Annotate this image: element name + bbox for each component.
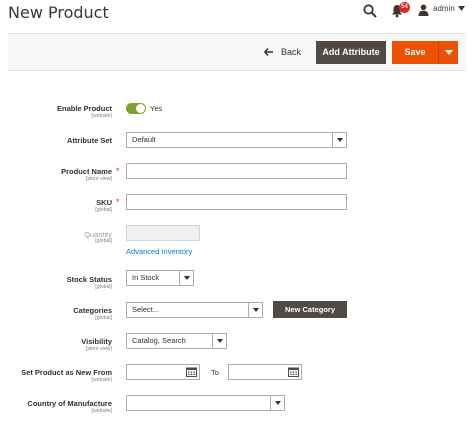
country-label: Country of Manufacture: [27, 399, 112, 408]
caret-down-icon: [217, 339, 223, 343]
new-category-button[interactable]: New Category: [273, 301, 347, 318]
attribute-set-label: Attribute Set: [67, 136, 112, 145]
quantity-scope: [global]: [95, 238, 112, 244]
save-options-toggle[interactable]: [438, 41, 458, 64]
notifications-button[interactable]: 54: [391, 2, 410, 20]
save-button[interactable]: Save: [392, 41, 438, 64]
page-header: New Product 54 admin: [0, 0, 474, 30]
categories-placeholder: Select...: [132, 305, 160, 314]
calendar-icon[interactable]: [186, 367, 197, 377]
visibility-scope: [store view]: [85, 346, 112, 352]
categories-select[interactable]: Select...: [126, 302, 263, 318]
enable-product-toggle[interactable]: [126, 103, 146, 114]
sku-input[interactable]: [126, 194, 347, 210]
quantity-input: [126, 225, 200, 241]
user-icon[interactable]: [418, 4, 429, 16]
stock-status-select[interactable]: In Stock: [126, 270, 194, 286]
visibility-select[interactable]: Catalog, Search: [126, 333, 227, 349]
caret-down-icon: [275, 401, 281, 405]
page-actions-bar: Back Add Attribute Save: [8, 33, 466, 71]
stock-status-value: In Stock: [132, 273, 160, 282]
visibility-label: Visibility: [81, 337, 112, 346]
visibility-value: Catalog, Search: [132, 336, 186, 345]
dropdown-toggle[interactable]: [332, 133, 346, 147]
page-title: New Product: [8, 3, 109, 22]
categories-label: Categories: [73, 306, 112, 315]
enable-product-label: Enable Product: [56, 104, 112, 113]
caret-down-icon: [337, 138, 343, 142]
attribute-set-select[interactable]: Default: [126, 132, 347, 148]
country-select[interactable]: [126, 395, 285, 411]
required-marker: *: [116, 166, 120, 176]
sku-label: SKU: [96, 198, 112, 207]
date-to-label: To: [211, 368, 219, 377]
advanced-inventory-link[interactable]: Advanced Inventory: [126, 247, 192, 256]
new-to-date-input[interactable]: [228, 364, 302, 380]
new-from-label: Set Product as New From: [21, 368, 112, 377]
add-attribute-button[interactable]: Add Attribute: [316, 41, 386, 64]
back-label: Back: [281, 47, 302, 57]
caret-down-icon: [253, 308, 259, 312]
dropdown-toggle[interactable]: [270, 396, 284, 410]
sku-scope: [global]: [95, 207, 112, 213]
new-from-date-input[interactable]: [126, 364, 200, 380]
arrow-left-icon: [264, 48, 273, 56]
notification-badge: 54: [399, 2, 410, 13]
product-name-input[interactable]: [126, 163, 347, 179]
product-name-label: Product Name: [61, 167, 112, 176]
country-scope: [website]: [91, 408, 112, 414]
required-marker: *: [116, 197, 120, 207]
enable-product-value: Yes: [150, 104, 163, 113]
caret-down-icon[interactable]: [458, 6, 465, 12]
caret-down-icon: [445, 50, 453, 55]
calendar-icon[interactable]: [288, 367, 299, 377]
product-name-scope: [store view]: [85, 176, 112, 182]
save-split-button: Save: [392, 41, 458, 64]
stock-status-label: Stock Status: [66, 275, 112, 284]
dropdown-toggle[interactable]: [179, 271, 193, 285]
toggle-knob: [136, 104, 145, 113]
search-icon[interactable]: [363, 4, 377, 18]
dropdown-toggle[interactable]: [248, 303, 262, 317]
new-from-scope: [website]: [91, 377, 112, 383]
dropdown-toggle[interactable]: [212, 334, 226, 348]
attribute-set-value: Default: [132, 135, 156, 144]
stock-status-scope: [global]: [95, 284, 112, 290]
caret-down-icon: [184, 276, 190, 280]
categories-scope: [global]: [95, 315, 112, 321]
user-name[interactable]: admin: [433, 4, 455, 13]
back-button[interactable]: Back: [264, 43, 301, 61]
enable-product-scope: [website]: [91, 113, 112, 119]
